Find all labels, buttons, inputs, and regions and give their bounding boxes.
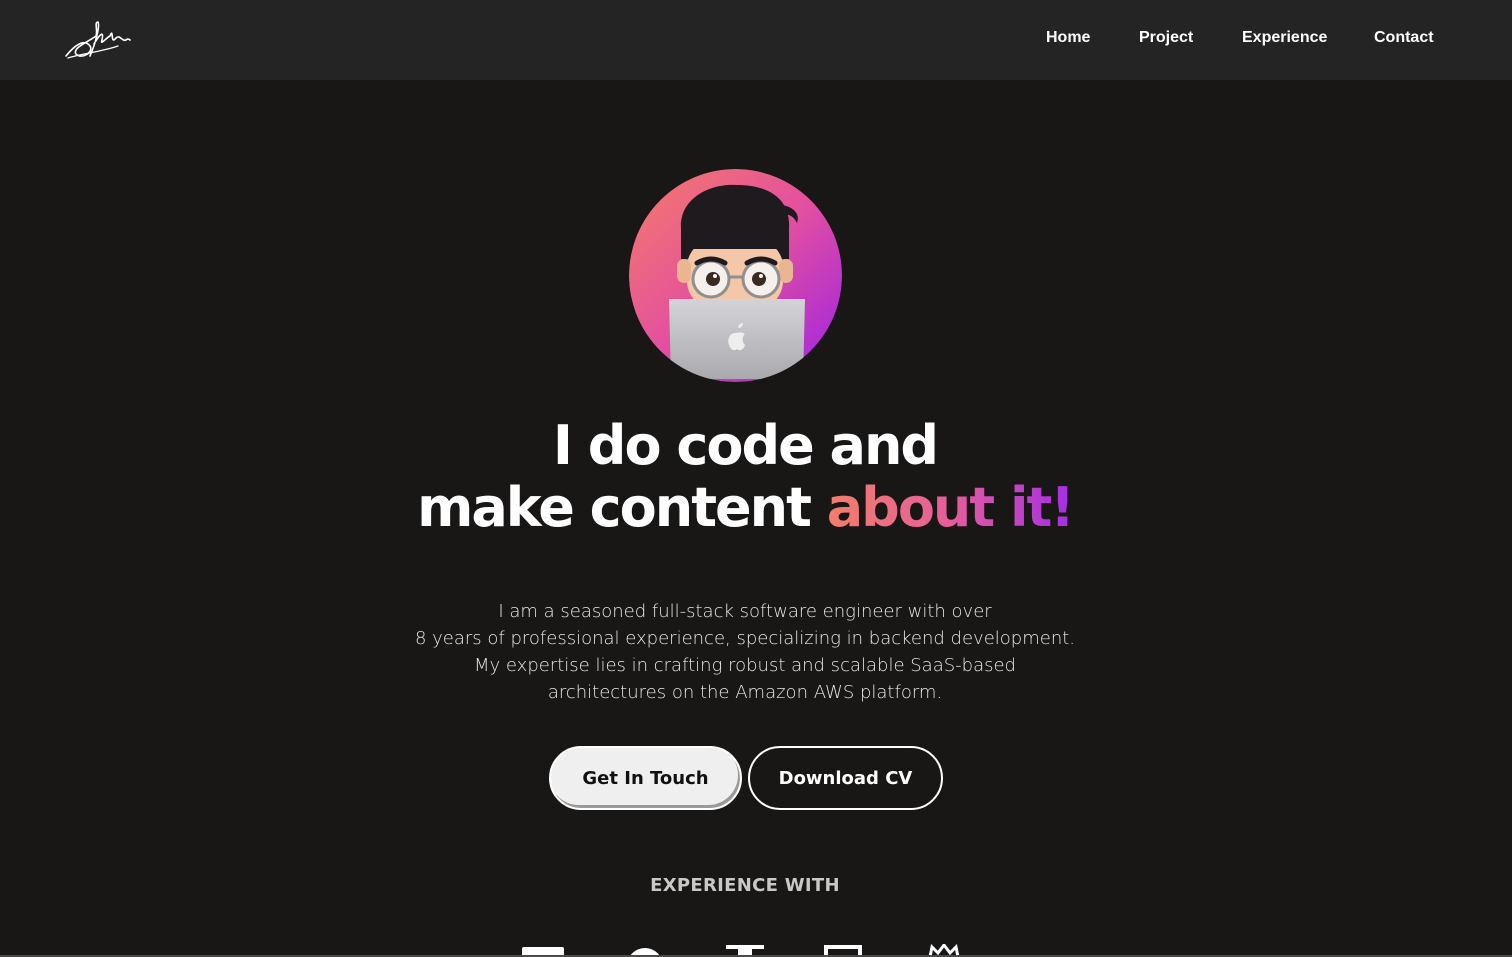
headline-line-2: make content bbox=[417, 476, 827, 539]
navbar: Home Project Experience Contact bbox=[0, 0, 1512, 80]
headline-line-1: I do code and bbox=[552, 414, 939, 477]
bio-line: I am a seasoned full-stack software engi… bbox=[498, 601, 992, 622]
hero-bio: I am a seasoned full-stack software engi… bbox=[0, 598, 1490, 706]
experience-title: EXPERIENCE WITH bbox=[650, 875, 840, 896]
nav-link-project[interactable]: Project bbox=[1139, 29, 1193, 47]
headline-accent: about it! bbox=[826, 476, 1075, 539]
signature-logo-icon[interactable] bbox=[60, 16, 134, 64]
hero-section: I do code and make content about it! I a… bbox=[0, 80, 1512, 957]
memoji-avatar-icon bbox=[629, 169, 842, 382]
bio-line: architectures on the Amazon AWS platform… bbox=[547, 682, 943, 703]
hero-headline: I do code and make content about it! bbox=[0, 415, 1490, 539]
download-cv-button[interactable]: Download CV bbox=[748, 746, 943, 810]
nav-link-contact[interactable]: Contact bbox=[1374, 29, 1434, 47]
bio-line: 8 years of professional experience, spec… bbox=[414, 628, 1076, 649]
nav-link-home[interactable]: Home bbox=[1046, 29, 1090, 47]
get-in-touch-button[interactable]: Get In Touch bbox=[549, 746, 742, 810]
nav-link-experience[interactable]: Experience bbox=[1242, 29, 1327, 47]
avatar bbox=[629, 169, 842, 382]
bio-line: My expertise lies in crafting robust and… bbox=[474, 655, 1016, 676]
